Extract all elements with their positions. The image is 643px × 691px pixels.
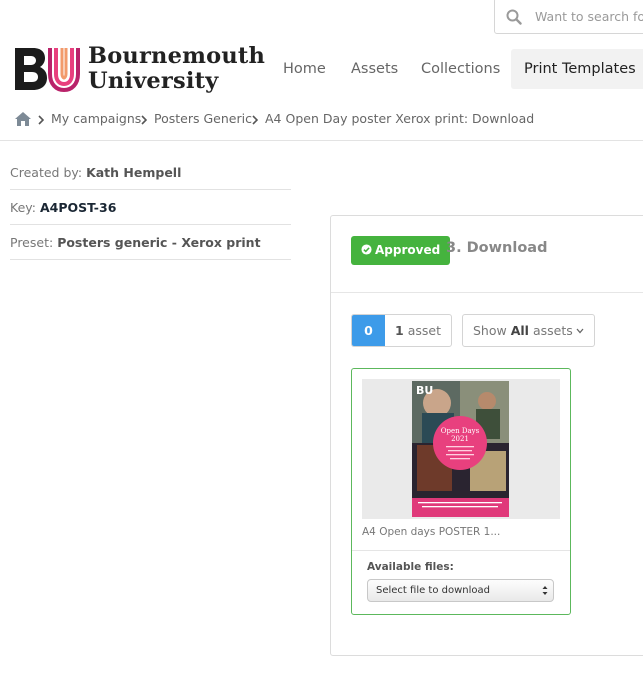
university-logo[interactable]: Bournemouth University [14, 44, 265, 98]
download-panel: Approved 3. Download 01 asset Show All a… [330, 215, 643, 656]
show-value: All [510, 323, 529, 338]
selection-count[interactable]: 01 asset [351, 314, 452, 347]
nav-print-templates[interactable]: Print Templates [511, 49, 643, 89]
total-count: 1 asset [385, 315, 451, 346]
check-circle-icon [361, 244, 372, 255]
asset-card[interactable]: Open Days 2021 BU A4 Open days POSTER 1.… [351, 368, 571, 615]
status-badge: Approved [351, 236, 451, 265]
header-divider [0, 140, 643, 141]
select-arrows-icon [542, 586, 548, 595]
nav-home[interactable]: Home [283, 49, 326, 89]
step-title: 3. Download [446, 240, 548, 256]
file-download-select[interactable]: Select file to download [367, 579, 554, 602]
logo-line-1: Bournemouth [88, 43, 266, 69]
logo-line-2: University [88, 68, 219, 94]
search-icon [506, 9, 522, 25]
logo-text: Bournemouth University [88, 44, 265, 94]
home-icon[interactable] [14, 111, 32, 127]
total-count-suffix: asset [407, 323, 441, 338]
meta-key: Key: A4POST-36 [10, 190, 291, 225]
search-input[interactable] [535, 6, 643, 26]
show-prefix: Show [473, 323, 507, 338]
meta-preset: Preset: Posters generic - Xerox print [10, 225, 291, 260]
chevron-right-icon [141, 115, 147, 125]
bu-logo-mark [15, 48, 80, 92]
selected-count[interactable]: 0 [352, 315, 385, 346]
chevron-right-icon [252, 115, 258, 125]
chevron-right-icon [38, 115, 44, 125]
card-divider [352, 550, 570, 551]
created-by-value: Kath Hempell [86, 165, 182, 180]
nav-assets[interactable]: Assets [351, 49, 398, 89]
panel-header: Approved 3. Download [331, 216, 643, 293]
poster-title-1: Open Days [441, 427, 480, 435]
asset-thumbnail[interactable]: Open Days 2021 BU [362, 379, 560, 519]
poster-logo-mark: BU [416, 384, 433, 397]
key-label: Key: [10, 200, 36, 215]
breadcrumb-current: A4 Open Day poster Xerox print: Download [265, 111, 535, 126]
file-select-value: Select file to download [376, 585, 491, 596]
poster-title-2: 2021 [451, 435, 469, 443]
status-badge-label: Approved [375, 243, 441, 257]
preset-value: Posters generic - Xerox print [57, 235, 261, 250]
created-by-label: Created by: [10, 165, 83, 180]
preset-label: Preset: [10, 235, 54, 250]
nav-collections[interactable]: Collections [421, 49, 500, 89]
breadcrumb-my-campaigns[interactable]: My campaigns [51, 111, 141, 126]
campaign-meta: Created by: Kath Hempell Key: A4POST-36 … [10, 155, 291, 260]
meta-created-by: Created by: Kath Hempell [10, 155, 291, 190]
show-suffix: assets [532, 323, 573, 338]
search-box[interactable] [494, 0, 643, 34]
available-files-label: Available files: [367, 561, 454, 573]
key-value: A4POST-36 [39, 200, 117, 215]
total-count-number: 1 [395, 323, 404, 338]
show-assets-dropdown[interactable]: Show All assets [462, 314, 595, 347]
breadcrumb-posters-generic[interactable]: Posters Generic [154, 111, 252, 126]
poster-image: Open Days 2021 BU [412, 381, 509, 517]
poster-preview: Open Days 2021 BU [412, 381, 509, 517]
chevron-down-icon [576, 328, 584, 334]
asset-name: A4 Open days POSTER 1... [362, 526, 501, 538]
